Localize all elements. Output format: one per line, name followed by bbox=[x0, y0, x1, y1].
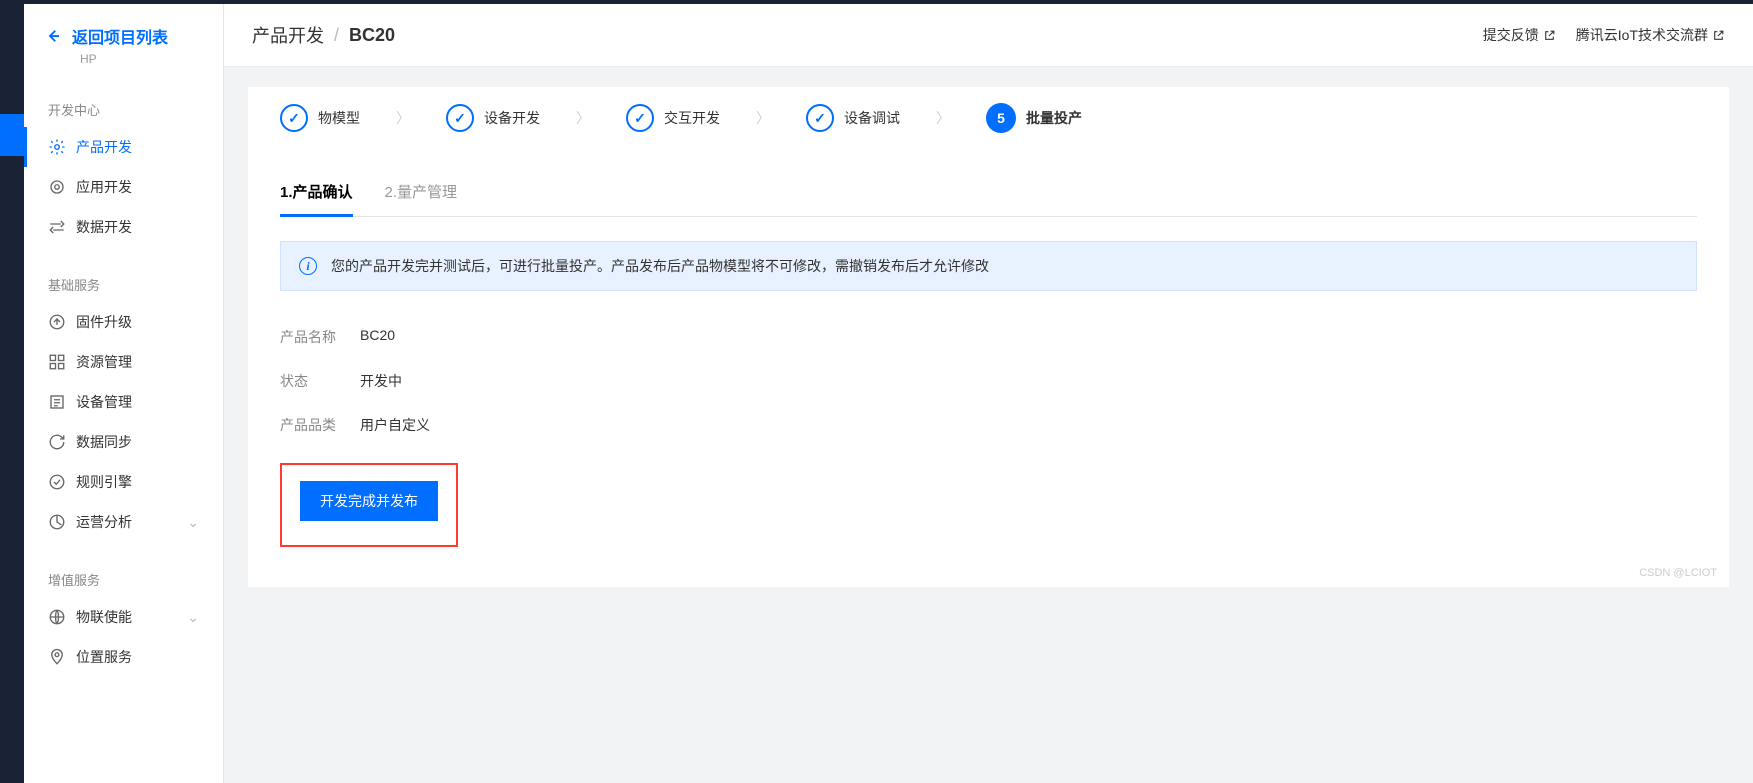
info-icon: i bbox=[299, 257, 317, 275]
sidebar-item-analytics[interactable]: 运营分析 ⌄ bbox=[24, 502, 223, 542]
grid-icon bbox=[48, 353, 66, 371]
sidebar-item-sync[interactable]: 数据同步 bbox=[24, 422, 223, 462]
step-model[interactable]: ✓ 物模型 bbox=[280, 104, 360, 132]
chevron-right-icon: 〉 bbox=[576, 108, 590, 128]
sidebar-item-app-dev[interactable]: 应用开发 bbox=[24, 167, 223, 207]
highlight-box: 开发完成并发布 bbox=[280, 463, 458, 547]
info-banner: i 您的产品开发完并测试后，可进行批量投产。产品发布后产品物模型将不可修改，需撤… bbox=[280, 241, 1697, 291]
breadcrumb-sep: / bbox=[334, 25, 339, 46]
rail-item[interactable] bbox=[0, 156, 24, 198]
rail-item[interactable] bbox=[0, 198, 24, 240]
field-label: 产品品类 bbox=[280, 415, 360, 435]
step-number: 5 bbox=[986, 103, 1016, 133]
sidebar-item-product-dev[interactable]: 产品开发 bbox=[24, 127, 223, 167]
sidebar-item-label: 物联使能 bbox=[76, 607, 132, 627]
check-icon: ✓ bbox=[280, 104, 308, 132]
back-label: 返回项目列表 bbox=[72, 24, 168, 48]
step-production[interactable]: 5 批量投产 bbox=[986, 103, 1082, 133]
chevron-down-icon: ⌄ bbox=[187, 514, 199, 531]
sidebar-item-firmware[interactable]: 固件升级 bbox=[24, 302, 223, 342]
chevron-down-icon: ⌄ bbox=[187, 609, 199, 626]
section-heading-dev: 开发中心 bbox=[24, 92, 223, 127]
chevron-right-icon: 〉 bbox=[936, 108, 950, 128]
sidebar-item-label: 固件升级 bbox=[76, 312, 132, 332]
field-status: 状态 开发中 bbox=[280, 359, 1697, 403]
external-icon bbox=[1543, 29, 1556, 42]
step-label: 批量投产 bbox=[1026, 108, 1082, 128]
arrow-left-icon bbox=[44, 27, 62, 45]
breadcrumb-current: BC20 bbox=[349, 25, 395, 46]
field-value: BC20 bbox=[360, 327, 395, 347]
gear-icon bbox=[48, 138, 66, 156]
section-heading-vas: 增值服务 bbox=[24, 562, 223, 597]
steps-bar: ✓ 物模型 〉 ✓ 设备开发 〉 ✓ 交互开发 〉 ✓ 设备调试 〉 bbox=[248, 87, 1729, 149]
check-icon: ✓ bbox=[446, 104, 474, 132]
banner-text: 您的产品开发完并测试后，可进行批量投产。产品发布后产品物模型将不可修改，需撤销发… bbox=[331, 256, 989, 276]
check-icon: ✓ bbox=[806, 104, 834, 132]
sidebar-item-resources[interactable]: 资源管理 bbox=[24, 342, 223, 382]
tab-mass-manage[interactable]: 2.量产管理 bbox=[385, 173, 458, 216]
check-icon: ✓ bbox=[626, 104, 654, 132]
external-icon bbox=[1712, 29, 1725, 42]
sidebar-item-iot-enable[interactable]: 物联使能 ⌄ bbox=[24, 597, 223, 637]
back-sub: HP bbox=[24, 52, 223, 66]
tab-confirm[interactable]: 1.产品确认 bbox=[280, 173, 353, 216]
chevron-right-icon: 〉 bbox=[756, 108, 770, 128]
rules-icon bbox=[48, 473, 66, 491]
content-card: 1.产品确认 2.量产管理 i 您的产品开发完并测试后，可进行批量投产。产品发布… bbox=[248, 149, 1729, 587]
sidebar-item-devices[interactable]: 设备管理 bbox=[24, 382, 223, 422]
sidebar-item-label: 位置服务 bbox=[76, 647, 132, 667]
step-label: 设备开发 bbox=[484, 108, 540, 128]
field-value: 用户自定义 bbox=[360, 415, 430, 435]
sidebar: 返回项目列表 HP 开发中心 产品开发 应用开发 数据开发 基础服务 固件升级 bbox=[24, 4, 224, 783]
sidebar-item-label: 数据开发 bbox=[76, 217, 132, 237]
sidebar-item-label: 应用开发 bbox=[76, 177, 132, 197]
watermark: CSDN @LCIOT bbox=[1639, 567, 1717, 579]
chevron-right-icon: 〉 bbox=[396, 108, 410, 128]
sidebar-item-label: 产品开发 bbox=[76, 137, 132, 157]
globe-icon bbox=[48, 608, 66, 626]
field-label: 产品名称 bbox=[280, 327, 360, 347]
step-label: 交互开发 bbox=[664, 108, 720, 128]
breadcrumb: 产品开发 / BC20 bbox=[252, 22, 395, 48]
step-device-dev[interactable]: ✓ 设备开发 bbox=[446, 104, 540, 132]
step-label: 物模型 bbox=[318, 108, 360, 128]
list-icon bbox=[48, 393, 66, 411]
field-category: 产品品类 用户自定义 bbox=[280, 403, 1697, 447]
feedback-link[interactable]: 提交反馈 bbox=[1483, 25, 1556, 45]
sync-icon bbox=[48, 433, 66, 451]
step-label: 设备调试 bbox=[844, 108, 900, 128]
sidebar-item-label: 设备管理 bbox=[76, 392, 132, 412]
page-header: 产品开发 / BC20 提交反馈 腾讯云IoT技术交流群 bbox=[224, 4, 1753, 67]
field-value: 开发中 bbox=[360, 371, 402, 391]
step-interaction[interactable]: ✓ 交互开发 bbox=[626, 104, 720, 132]
rail-item-active[interactable] bbox=[0, 114, 24, 156]
section-heading-base: 基础服务 bbox=[24, 267, 223, 302]
target-icon bbox=[48, 178, 66, 196]
tabs: 1.产品确认 2.量产管理 bbox=[280, 173, 1697, 217]
sidebar-item-label: 运营分析 bbox=[76, 512, 132, 532]
field-product-name: 产品名称 BC20 bbox=[280, 315, 1697, 359]
chart-icon bbox=[48, 513, 66, 531]
pin-icon bbox=[48, 648, 66, 666]
sidebar-item-rules[interactable]: 规则引擎 bbox=[24, 462, 223, 502]
field-label: 状态 bbox=[280, 371, 360, 391]
back-to-projects[interactable]: 返回项目列表 bbox=[24, 4, 223, 52]
sidebar-item-label: 数据同步 bbox=[76, 432, 132, 452]
nav-rail bbox=[0, 4, 24, 783]
sidebar-item-data-dev[interactable]: 数据开发 bbox=[24, 207, 223, 247]
group-link[interactable]: 腾讯云IoT技术交流群 bbox=[1576, 25, 1725, 45]
sidebar-item-label: 资源管理 bbox=[76, 352, 132, 372]
sidebar-item-label: 规则引擎 bbox=[76, 472, 132, 492]
step-debug[interactable]: ✓ 设备调试 bbox=[806, 104, 900, 132]
flow-icon bbox=[48, 218, 66, 236]
breadcrumb-root[interactable]: 产品开发 bbox=[252, 22, 324, 48]
upgrade-icon bbox=[48, 313, 66, 331]
sidebar-item-location[interactable]: 位置服务 bbox=[24, 637, 223, 677]
publish-button[interactable]: 开发完成并发布 bbox=[300, 481, 438, 521]
